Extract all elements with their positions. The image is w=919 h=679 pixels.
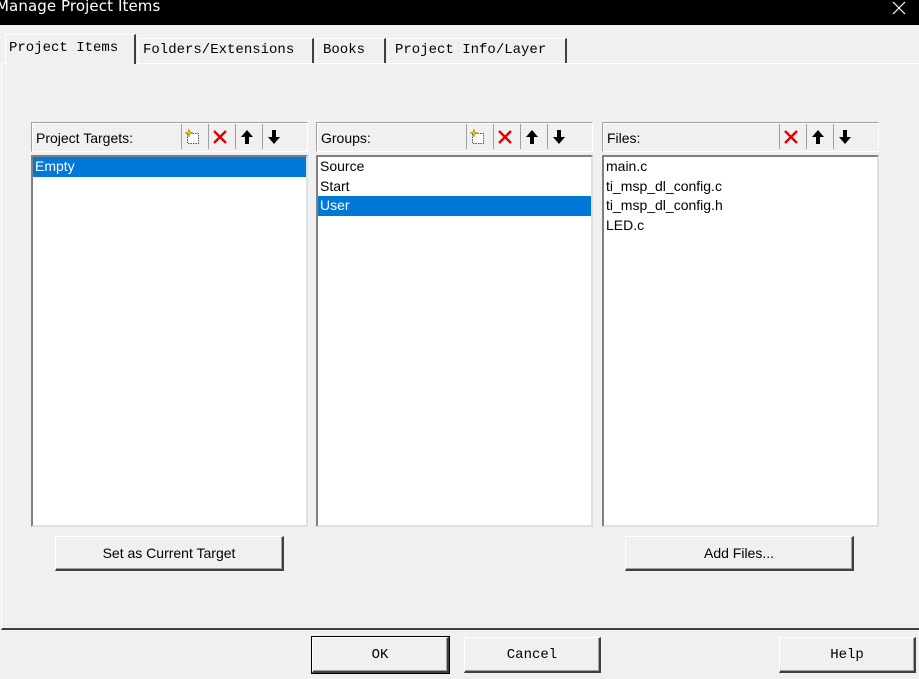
ok-button[interactable]: OK — [311, 636, 450, 674]
tab-label: Books — [323, 42, 366, 58]
tab-project-info-layer[interactable]: Project Info/Layer — [388, 38, 567, 64]
title-bar: Manage Project Items — [0, 0, 919, 25]
cancel-button[interactable]: Cancel — [464, 637, 601, 673]
help-button[interactable]: Help — [779, 637, 916, 673]
tab-page-frame — [1, 63, 919, 630]
tab-label: Project Items — [9, 40, 119, 56]
close-icon[interactable] — [889, 0, 909, 19]
tab-label: Project Info/Layer — [395, 42, 547, 58]
window-title: Manage Project Items — [0, 0, 161, 15]
tab-label: Folders/Extensions — [143, 42, 295, 58]
tab-project-items[interactable]: Project Items — [5, 34, 136, 64]
tab-books[interactable]: Books — [316, 38, 386, 64]
tab-folders-extensions[interactable]: Folders/Extensions — [138, 38, 314, 64]
